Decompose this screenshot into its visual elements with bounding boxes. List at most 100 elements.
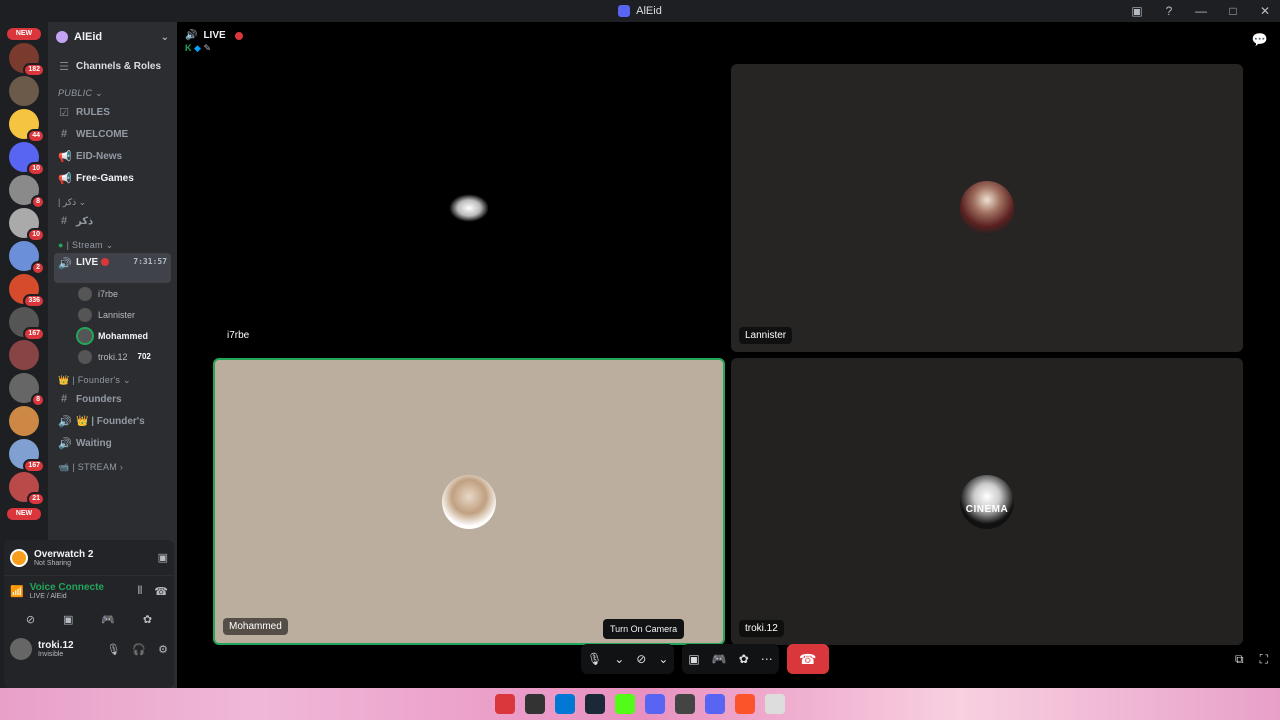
voice-connection: 📶 Voice Connecte LIVE / AlEid ⫴ ☎ bbox=[4, 576, 174, 606]
server-icon[interactable]: 10 bbox=[9, 142, 45, 176]
server-icon[interactable] bbox=[9, 76, 39, 106]
chat-icon[interactable]: 💬 bbox=[1252, 32, 1268, 48]
headphones-icon[interactable]: 🎧 bbox=[132, 643, 146, 656]
server-icon[interactable] bbox=[9, 406, 39, 436]
microphone-icon[interactable]: 🎙 bbox=[106, 643, 120, 656]
category-public[interactable]: PUBLIC ⌄ bbox=[48, 80, 177, 101]
stage-header: 🔊 LIVE K ◆ ✎ bbox=[185, 30, 243, 54]
popout-icon[interactable]: ⧉ bbox=[1235, 652, 1244, 667]
disconnect-icon[interactable]: ☎ bbox=[154, 585, 168, 598]
fullscreen-icon[interactable]: ⛶ bbox=[1260, 652, 1268, 667]
chevron-down-icon[interactable]: ⌄ bbox=[658, 652, 668, 666]
help-icon[interactable]: ? bbox=[1162, 4, 1176, 18]
participant-tile-speaking[interactable]: Mohammed bbox=[213, 358, 725, 645]
close-button[interactable]: ✕ bbox=[1258, 4, 1272, 18]
voice-user-item[interactable]: troki.12 702 bbox=[48, 346, 177, 367]
channels-roles-label: Channels & Roles bbox=[76, 60, 162, 72]
voice-channel-waiting[interactable]: 🔊 Waiting bbox=[48, 432, 177, 454]
category-arabic[interactable]: | ذكر ⌄ bbox=[48, 189, 177, 210]
minimize-button[interactable]: — bbox=[1194, 4, 1208, 18]
avatar-logo-text: CINEMA bbox=[965, 503, 1009, 515]
category-stream2[interactable]: 📹 | STREAM › bbox=[48, 454, 177, 475]
soundboard-icon[interactable]: ✿ bbox=[143, 613, 152, 626]
voice-user-item[interactable]: Mohammed bbox=[48, 325, 177, 346]
settings-icon[interactable]: ⚙ bbox=[158, 643, 168, 656]
screen-share-icon[interactable]: ▣ bbox=[63, 613, 73, 626]
account-username[interactable]: troki.12 bbox=[38, 640, 74, 651]
avatar bbox=[78, 328, 92, 343]
server-icon[interactable]: 336 bbox=[9, 274, 45, 308]
category-stream[interactable]: ● | Stream ⌄ bbox=[48, 232, 177, 253]
activity-controls: ▣ 🎮 ✿ ⋯ bbox=[682, 644, 779, 674]
os-taskbar bbox=[0, 688, 1280, 720]
media-controls: 🎙 ⌄ ⊘ ⌄ bbox=[581, 644, 675, 674]
participant-avatar bbox=[442, 474, 496, 529]
channel-rules[interactable]: ☑ RULES bbox=[48, 101, 177, 123]
settings-icon[interactable] bbox=[675, 694, 695, 714]
inbox-icon[interactable]: ▣ bbox=[1130, 4, 1144, 18]
server-icon[interactable]: 167 bbox=[9, 307, 45, 341]
activities-icon[interactable]: 🎮 bbox=[101, 613, 115, 626]
microphone-icon[interactable]: 🎙 bbox=[587, 652, 602, 666]
activities-icon[interactable]: 🎮 bbox=[712, 652, 727, 666]
brave-icon[interactable] bbox=[735, 694, 755, 714]
epic-games-icon[interactable] bbox=[525, 694, 545, 714]
window-titlebar: AlEid ▣ ? — □ ✕ bbox=[0, 0, 1280, 22]
server-icon[interactable] bbox=[9, 340, 39, 370]
speaker-icon: 🔊 bbox=[58, 415, 72, 428]
voice-user-item[interactable]: i7rbe bbox=[48, 283, 177, 304]
channel-founders[interactable]: # Founders bbox=[48, 388, 177, 410]
steam-icon[interactable] bbox=[585, 694, 605, 714]
mention-badge: 10 bbox=[27, 162, 45, 176]
voice-connected-label[interactable]: Voice Connecte bbox=[30, 582, 104, 593]
server-icon[interactable]: 167 bbox=[9, 439, 45, 473]
share-screen-icon[interactable]: ▣ bbox=[158, 551, 168, 564]
guild-header[interactable]: AlEid ⌄ bbox=[48, 22, 177, 52]
live-dot-icon bbox=[101, 258, 110, 267]
voice-channel-founders[interactable]: 🔊 👑 | Founder's bbox=[48, 410, 177, 432]
avatar[interactable] bbox=[10, 638, 32, 660]
camera-off-icon[interactable]: ⊘ bbox=[636, 652, 646, 666]
server-icon[interactable]: 10 bbox=[9, 208, 45, 242]
noise-suppression-icon[interactable]: ⫴ bbox=[138, 585, 143, 598]
voice-channel-path[interactable]: LIVE / AlEid bbox=[30, 593, 104, 600]
chevron-down-icon[interactable]: ⌄ bbox=[614, 652, 624, 666]
screen-share-icon[interactable]: ▣ bbox=[688, 652, 699, 666]
server-icon[interactable]: 8 bbox=[9, 175, 45, 209]
soundboard-icon[interactable]: ✿ bbox=[739, 652, 749, 666]
server-icon[interactable]: 8 bbox=[9, 373, 45, 407]
participant-tile[interactable]: Lannister bbox=[731, 64, 1243, 352]
kick-icon[interactable] bbox=[615, 694, 635, 714]
server-new-badge[interactable]: NEW bbox=[7, 28, 41, 40]
channel-welcome[interactable]: # WELCOME bbox=[48, 123, 177, 145]
server-icon[interactable]: 44 bbox=[9, 109, 45, 143]
server-icon[interactable]: 21 bbox=[9, 472, 45, 506]
maximize-button[interactable]: □ bbox=[1226, 4, 1240, 18]
messenger-icon[interactable] bbox=[645, 694, 665, 714]
discord-icon[interactable] bbox=[705, 694, 725, 714]
participant-tile[interactable]: CINEMA troki.12 bbox=[731, 358, 1243, 645]
channel-arabic[interactable]: # ذكر bbox=[48, 210, 177, 232]
voice-user-item[interactable]: Lannister bbox=[48, 304, 177, 325]
voice-channel-live[interactable]: 🔊 LIVE 7:31:57 bbox=[54, 253, 171, 283]
category-founders[interactable]: 👑 | Founder's ⌄ bbox=[48, 367, 177, 388]
channel-eid-news[interactable]: 📢 EID-News bbox=[48, 145, 177, 167]
pencil-icon[interactable]: ✎ bbox=[203, 43, 211, 53]
category-founders-label: | Founder's bbox=[72, 375, 121, 385]
overwatch-icon[interactable] bbox=[495, 694, 515, 714]
server-new-badge[interactable]: NEW bbox=[7, 508, 41, 520]
more-icon[interactable]: ⋯ bbox=[761, 652, 773, 666]
leave-call-button[interactable]: ☎ bbox=[786, 644, 829, 674]
live-dot-icon bbox=[234, 31, 243, 40]
channel-free-games[interactable]: 📢 Free-Games bbox=[48, 167, 177, 189]
edge-icon[interactable] bbox=[555, 694, 575, 714]
server-icon[interactable]: 2 bbox=[9, 241, 45, 275]
participant-name: i7rbe bbox=[221, 327, 256, 344]
file-explorer-icon[interactable] bbox=[765, 694, 785, 714]
channels-roles-link[interactable]: ☰ Channels & Roles bbox=[48, 52, 177, 80]
announcement-icon: 📢 bbox=[58, 150, 72, 163]
camera-off-icon[interactable]: ⊘ bbox=[26, 613, 35, 626]
overwatch-icon bbox=[10, 548, 28, 567]
server-icon[interactable]: 182 bbox=[9, 43, 45, 77]
participant-tile[interactable]: i7rbe bbox=[213, 64, 725, 352]
